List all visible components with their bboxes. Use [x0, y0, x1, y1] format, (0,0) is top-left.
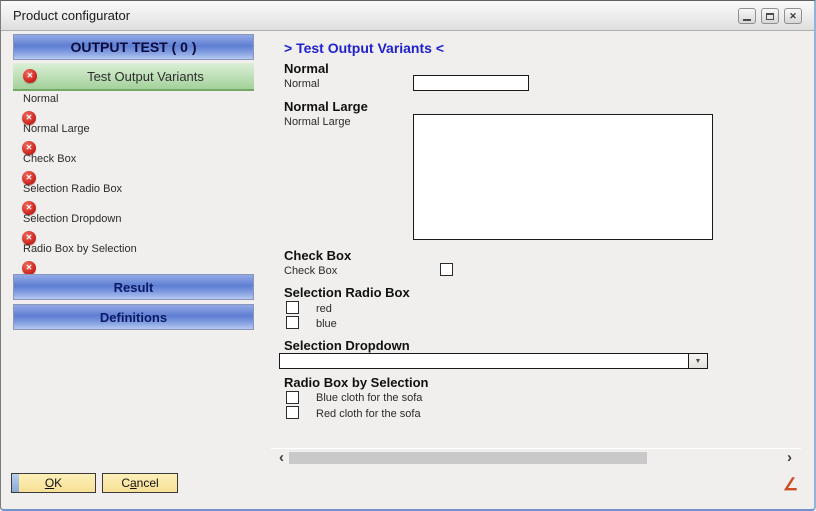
sidebar-item-normal-large[interactable]: Normal Large — [23, 123, 90, 135]
error-icon: ✕ — [22, 257, 36, 275]
sidebar-item-normal[interactable]: Normal — [23, 93, 58, 105]
minimize-button[interactable] — [738, 8, 756, 24]
option-blue-cloth-checkbox[interactable] — [286, 391, 299, 404]
title-bar[interactable]: Product configurator ✕ — [1, 1, 814, 31]
scrollbar-thumb[interactable] — [289, 452, 647, 464]
close-icon: ✕ — [789, 12, 797, 21]
option-blue-cloth-label: Blue cloth for the sofa — [316, 392, 422, 404]
sidebar-item-selection-dropdown[interactable]: Selection Dropdown — [23, 213, 121, 225]
page-title: > Test Output Variants < — [284, 40, 444, 56]
error-icon: ✕ — [23, 69, 37, 83]
window-title: Product configurator — [13, 8, 130, 23]
radio-option-red-label: red — [316, 303, 332, 315]
chevron-down-icon: ▼ — [695, 358, 702, 365]
resize-grip-icon[interactable]: ∠ — [783, 475, 798, 495]
section-heading-radio-box-by-selection: Radio Box by Selection — [284, 375, 428, 390]
sidebar-item-selection-radio-box[interactable]: Selection Radio Box — [23, 183, 122, 195]
close-button[interactable]: ✕ — [784, 8, 802, 24]
scroll-left-icon[interactable]: ‹ — [279, 451, 284, 465]
horizontal-scrollbar[interactable]: ‹ › — [271, 448, 801, 467]
normal-text-input[interactable] — [413, 75, 529, 91]
normal-large-textarea[interactable] — [413, 114, 713, 240]
normal-field-label: Normal — [284, 78, 319, 90]
ok-button[interactable]: OK — [11, 473, 96, 493]
cancel-button[interactable]: Cancel — [102, 473, 178, 493]
normal-large-field-label: Normal Large — [284, 116, 351, 128]
radio-option-blue-label: blue — [316, 318, 337, 330]
sidebar-item-radio-box-by-selection[interactable]: Radio Box by Selection — [23, 243, 137, 255]
sidebar-section-test-output-variants[interactable]: ✕ Test Output Variants — [13, 63, 254, 91]
window-controls: ✕ — [738, 8, 802, 24]
check-box-field-label: Check Box — [284, 265, 337, 277]
section-heading-normal: Normal — [284, 61, 329, 76]
product-configurator-window: Product configurator ✕ OUTPUT TEST ( 0 )… — [0, 0, 816, 511]
radio-option-blue-checkbox[interactable] — [286, 316, 299, 329]
sidebar-button-definitions[interactable]: Definitions — [13, 304, 254, 330]
sidebar-button-result[interactable]: Result — [13, 274, 254, 300]
sidebar-item-check-box[interactable]: Check Box — [23, 153, 76, 165]
section-heading-normal-large: Normal Large — [284, 99, 368, 114]
minimize-icon — [743, 19, 751, 21]
selection-dropdown-combobox[interactable]: ▼ — [279, 353, 708, 369]
check-box-checkbox[interactable] — [440, 263, 453, 276]
sidebar-header-output-test[interactable]: OUTPUT TEST ( 0 ) — [13, 34, 254, 60]
sidebar-header-label: OUTPUT TEST ( 0 ) — [71, 39, 197, 55]
section-heading-check-box: Check Box — [284, 248, 351, 263]
maximize-icon — [766, 13, 774, 20]
section-heading-selection-radio-box: Selection Radio Box — [284, 285, 410, 300]
section-heading-selection-dropdown: Selection Dropdown — [284, 338, 410, 353]
option-red-cloth-checkbox[interactable] — [286, 406, 299, 419]
sidebar-section-label: Test Output Variants — [37, 69, 254, 84]
option-red-cloth-label: Red cloth for the sofa — [316, 408, 421, 420]
radio-option-red-checkbox[interactable] — [286, 301, 299, 314]
selection-dropdown-value — [280, 354, 688, 368]
maximize-button[interactable] — [761, 8, 779, 24]
dropdown-open-button[interactable]: ▼ — [688, 354, 707, 368]
scroll-right-icon[interactable]: › — [787, 451, 792, 465]
